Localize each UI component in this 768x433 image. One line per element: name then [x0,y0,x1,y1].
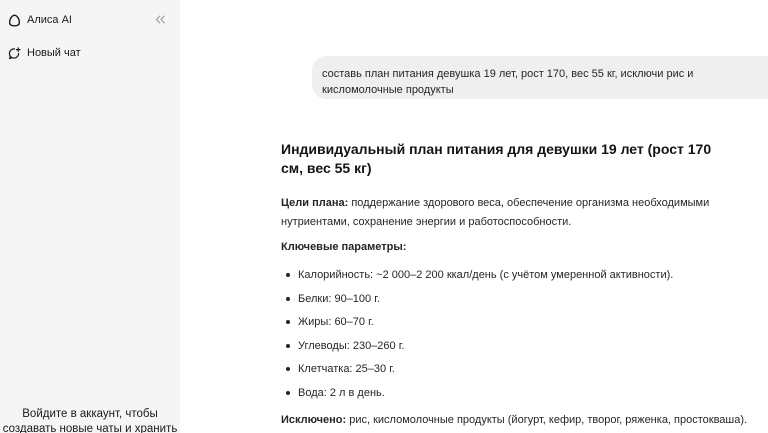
login-hint: Войдите в аккаунт, чтобы создавать новые… [0,407,180,433]
new-chat-label: Новый чат [27,47,81,59]
excluded-label: Исключено: [281,414,347,426]
login-hint-line: Войдите в аккаунт, чтобы [22,408,158,420]
brand-title: Алиса AI [27,14,72,26]
brand[interactable]: Алиса AI [8,11,72,29]
collapse-sidebar-button[interactable] [153,13,167,27]
goals-paragraph: Цели плана: поддержание здорового веса, … [281,194,768,232]
assistant-answer: Индивидуальный план питания для девушки … [281,140,768,430]
new-chat-icon [8,46,21,60]
login-hint-line: создавать новые чаты и хранить [2,423,178,433]
params-heading: Ключевые параметры: [281,241,407,253]
excluded-text: рис, кисломолочные продукты (йогурт, кеф… [346,414,748,426]
chat-area: составь план питания девушка 19 лет, рос… [180,0,768,433]
list-item: Углеводы: 230–260 г. [281,338,768,362]
list-item: Калорийность: ~2 000–2 200 ккал/день (с … [281,267,768,291]
user-message: составь план питания девушка 19 лет, рос… [312,56,768,99]
answer-title: Индивидуальный план питания для девушки … [281,141,712,176]
sidebar: Алиса AI Новый чат Войдите в аккаунт, чт… [0,0,180,433]
list-item: Жиры: 60–70 г. [281,314,768,338]
list-item: Вода: 2 л в день. [281,385,768,409]
new-chat-button[interactable]: Новый чат [8,44,81,62]
list-item: Белки: 90–100 г. [281,291,768,315]
excluded-paragraph: Исключено: рис, кисломолочные продукты (… [281,411,768,430]
goals-label: Цели плана: [281,197,349,209]
app-window: Алиса AI Новый чат Войдите в аккаунт, чт… [0,0,768,433]
params-list: Калорийность: ~2 000–2 200 ккал/день (с … [281,267,768,408]
list-item: Клетчатка: 25–30 г. [281,361,768,385]
alice-logo-icon [8,14,21,27]
chevrons-left-icon [155,11,166,29]
